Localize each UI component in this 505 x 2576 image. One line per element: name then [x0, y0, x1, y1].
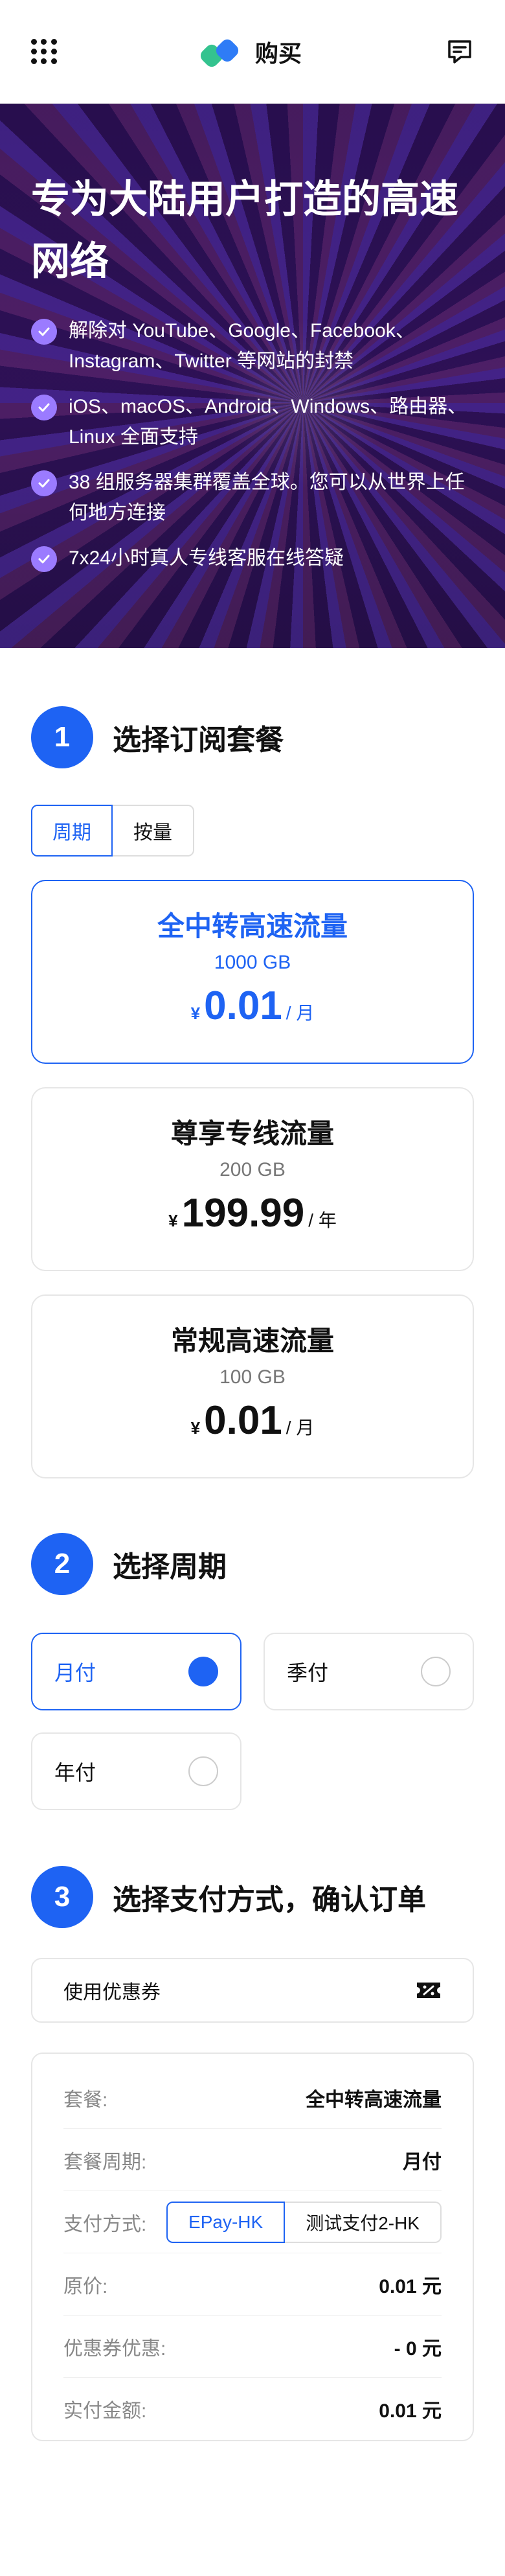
step-2-section: 2 选择周期 月付 季付 年付: [0, 1478, 505, 1810]
radio-icon: [421, 1657, 451, 1686]
summary-label: 实付金额:: [63, 2400, 147, 2422]
plan-traffic: 1000 GB: [214, 952, 291, 973]
payment-method-options: EPay-HK 测试支付2-HK: [166, 2201, 442, 2243]
brand: 购买: [200, 35, 302, 69]
check-icon: [31, 470, 57, 496]
payment-option-epay-hk[interactable]: EPay-HK: [166, 2201, 286, 2243]
summary-label: 支付方式:: [63, 2213, 147, 2235]
price-amount: 199.99: [181, 1191, 305, 1236]
summary-row-payment: 支付方式: EPay-HK 测试支付2-HK: [63, 2191, 442, 2253]
step-number: 3: [31, 1866, 93, 1928]
plan-price: ¥ 0.01 / 月: [32, 983, 473, 1029]
step-3-section: 3 选择支付方式，确认订单 使用优惠券 套餐: 全中转高速流量 套餐周期: 月付…: [0, 1810, 505, 2441]
period-options: 月付 季付 年付: [31, 1633, 474, 1810]
period-label: 月付: [54, 1661, 96, 1685]
order-summary: 套餐: 全中转高速流量 套餐周期: 月付 支付方式: EPay-HK 测试支付2…: [31, 2053, 474, 2441]
period-option-yearly[interactable]: 年付: [31, 1732, 241, 1810]
summary-value: 全中转高速流量: [306, 2089, 442, 2111]
tab-traffic[interactable]: 按量: [113, 805, 194, 857]
coupon-label: 使用优惠券: [63, 1982, 161, 2003]
feature-text: 7x24小时真人专线客服在线答疑: [69, 547, 344, 569]
summary-value: 0.01 元: [379, 2275, 442, 2297]
feature-text: iOS、macOS、Android、Windows、路由器、Linux 全面支持: [69, 396, 467, 448]
currency-symbol: ¥: [190, 1418, 201, 1438]
coupon-icon: [417, 1983, 440, 1998]
feature-item: 7x24小时真人专线客服在线答疑: [31, 544, 474, 574]
feature-item: 38 组服务器集群覆盖全球。您可以从世界上任何地方连接: [31, 468, 474, 528]
price-unit: / 月: [286, 1418, 315, 1438]
coupon-button[interactable]: 使用优惠券: [31, 1958, 474, 2023]
feature-text: 38 组服务器集群覆盖全球。您可以从世界上任何地方连接: [69, 472, 465, 523]
summary-label: 套餐周期:: [63, 2151, 147, 2173]
summary-row-original-price: 原价: 0.01 元: [63, 2253, 442, 2316]
radio-selected-icon: [188, 1657, 218, 1686]
check-icon: [31, 319, 57, 345]
payment-option-test-hk[interactable]: 测试支付2-HK: [285, 2201, 442, 2243]
check-icon: [31, 546, 57, 572]
summary-label: 套餐:: [63, 2089, 108, 2111]
plan-name: 常规高速流量: [170, 1326, 334, 1356]
price-amount: 0.01: [204, 983, 282, 1028]
plan-traffic: 200 GB: [219, 1159, 286, 1180]
step-number: 1: [31, 706, 93, 768]
page-title: 购买: [254, 40, 302, 67]
step-title: 选择订阅套餐: [113, 724, 284, 756]
summary-value: 0.01 元: [379, 2400, 442, 2422]
step-title: 选择支付方式，确认订单: [113, 1884, 426, 1916]
step-2-header: 2 选择周期: [31, 1533, 474, 1595]
step-1-section: 1 选择订阅套餐 周期 按量 全中转高速流量 1000 GB ¥ 0.01 / …: [0, 648, 505, 1478]
period-option-monthly[interactable]: 月付: [31, 1633, 241, 1710]
plan-price: ¥ 0.01 / 月: [32, 1397, 473, 1443]
currency-symbol: ¥: [190, 1004, 201, 1023]
plan-card[interactable]: 常规高速流量 100 GB ¥ 0.01 / 月: [31, 1294, 474, 1478]
plan-card[interactable]: 全中转高速流量 1000 GB ¥ 0.01 / 月: [31, 880, 474, 1064]
plan-type-tabs: 周期 按量: [31, 805, 474, 857]
hero-banner: 专为大陆用户打造的高速网络 解除对 YouTube、Google、Faceboo…: [0, 104, 505, 648]
top-bar: 购买: [0, 0, 505, 104]
summary-value: 月付: [403, 2151, 442, 2173]
summary-row-discount: 优惠券优惠: - 0 元: [63, 2316, 442, 2378]
summary-row-total: 实付金额: 0.01 元: [63, 2378, 442, 2440]
plan-traffic: 100 GB: [219, 1366, 286, 1388]
step-title: 选择周期: [113, 1551, 227, 1583]
plan-name: 尊享专线流量: [170, 1118, 334, 1149]
feature-item: iOS、macOS、Android、Windows、路由器、Linux 全面支持: [31, 392, 474, 452]
summary-label: 优惠券优惠:: [63, 2338, 166, 2360]
feature-text: 解除对 YouTube、Google、Facebook、Instagram、Tw…: [69, 320, 415, 372]
summary-label: 原价:: [63, 2275, 108, 2297]
plan-card[interactable]: 尊享专线流量 200 GB ¥ 199.99 / 年: [31, 1087, 474, 1271]
summary-value: - 0 元: [394, 2338, 442, 2360]
summary-row-plan: 套餐: 全中转高速流量: [63, 2067, 442, 2129]
period-label: 季付: [287, 1661, 329, 1685]
price-unit: / 年: [308, 1210, 337, 1230]
step-3-header: 3 选择支付方式，确认订单: [31, 1866, 474, 1928]
hero-title: 专为大陆用户打造的高速网络: [31, 178, 458, 283]
chat-icon[interactable]: [445, 38, 474, 66]
step-1-header: 1 选择订阅套餐: [31, 706, 474, 768]
feature-item: 解除对 YouTube、Google、Facebook、Instagram、Tw…: [31, 316, 474, 376]
plan-name: 全中转高速流量: [157, 911, 348, 941]
check-icon: [31, 395, 57, 420]
summary-row-period: 套餐周期: 月付: [63, 2129, 442, 2191]
currency-symbol: ¥: [168, 1211, 178, 1230]
grid-menu-icon[interactable]: [31, 38, 57, 65]
period-option-quarterly[interactable]: 季付: [264, 1633, 474, 1710]
step-number: 2: [31, 1533, 93, 1595]
period-label: 年付: [54, 1761, 96, 1784]
plan-price: ¥ 199.99 / 年: [32, 1190, 473, 1236]
logo-icon: [200, 39, 239, 67]
tab-period[interactable]: 周期: [31, 805, 113, 857]
price-unit: / 月: [286, 1003, 315, 1023]
radio-icon: [188, 1756, 218, 1786]
price-amount: 0.01: [204, 1398, 282, 1443]
